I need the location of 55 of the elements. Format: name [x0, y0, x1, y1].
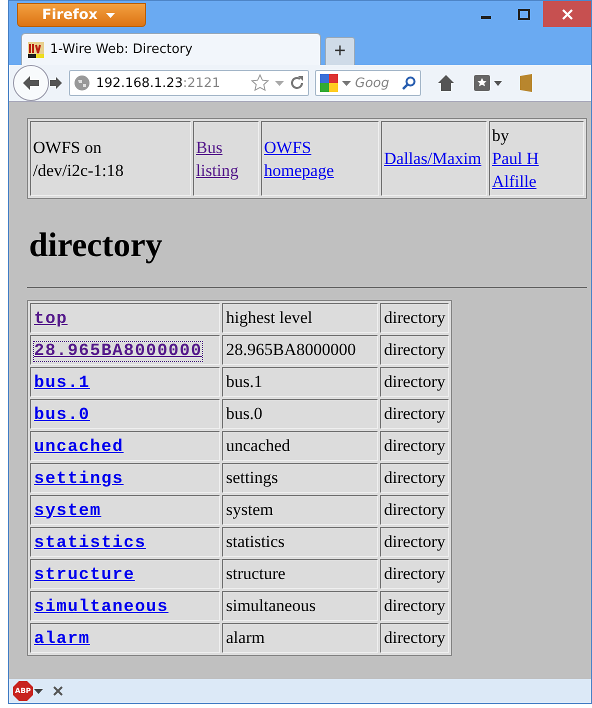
- description-text: bus.0: [226, 404, 262, 423]
- description-text: settings: [226, 468, 278, 487]
- back-arrow-icon: [22, 75, 40, 91]
- type-text: directory: [384, 596, 446, 615]
- description-text: bus.1: [226, 372, 262, 391]
- header-text: by: [492, 125, 509, 147]
- directory-link[interactable]: top: [34, 310, 68, 328]
- forward-button[interactable]: [49, 76, 63, 90]
- type-text: directory: [384, 564, 446, 583]
- directory-link[interactable]: bus.1: [34, 374, 90, 392]
- favicon-icon: [28, 42, 44, 58]
- search-engine-icon: [320, 74, 338, 92]
- reload-icon[interactable]: [290, 76, 304, 90]
- maximize-icon: [518, 8, 530, 20]
- directory-link[interactable]: alarm: [34, 630, 90, 648]
- bookmarks-icon[interactable]: [473, 74, 503, 92]
- dropdown-icon: [275, 80, 284, 86]
- close-icon[interactable]: [53, 686, 63, 696]
- type-text: directory: [384, 308, 446, 327]
- close-button[interactable]: [543, 1, 591, 27]
- type-text: directory: [384, 532, 446, 551]
- type-text: directory: [384, 340, 446, 359]
- type-text: directory: [384, 372, 446, 391]
- type-text: directory: [384, 436, 446, 455]
- directory-link[interactable]: bus.0: [34, 406, 90, 424]
- home-icon[interactable]: [437, 74, 455, 92]
- description-text: statistics: [226, 532, 285, 551]
- search-icon[interactable]: [402, 76, 416, 90]
- back-button[interactable]: [13, 65, 49, 101]
- address-bar[interactable]: 192.168.1.23:2121: [69, 70, 309, 96]
- description-text: uncached: [226, 436, 290, 455]
- globe-icon: [74, 75, 90, 91]
- type-text: directory: [384, 468, 446, 487]
- header-link[interactable]: Paul H Alfille: [492, 147, 562, 193]
- header-text: OWFS on /dev/i2c-1:18: [33, 136, 125, 182]
- type-text: directory: [384, 404, 446, 423]
- dropdown-icon: [34, 688, 43, 694]
- description-text: structure: [226, 564, 286, 583]
- close-icon: [562, 8, 572, 20]
- description-text: alarm: [226, 628, 265, 647]
- browser-tab[interactable]: 1-Wire Web: Directory: [21, 33, 321, 65]
- caret-icon: [106, 12, 115, 18]
- description-text: 28.965BA8000000: [226, 340, 356, 359]
- new-tab-button[interactable]: +: [325, 37, 355, 65]
- type-text: directory: [384, 500, 446, 519]
- search-field[interactable]: Goog: [315, 70, 421, 96]
- dropdown-icon: [342, 80, 351, 86]
- type-text: directory: [384, 628, 446, 647]
- star-icon[interactable]: [251, 74, 269, 92]
- description-text: simultaneous: [226, 596, 316, 615]
- minimize-icon: [481, 16, 491, 19]
- book-icon[interactable]: [519, 73, 533, 93]
- description-text: highest level: [226, 308, 312, 327]
- description-text: system: [226, 500, 274, 519]
- page-heading: directory: [29, 227, 162, 265]
